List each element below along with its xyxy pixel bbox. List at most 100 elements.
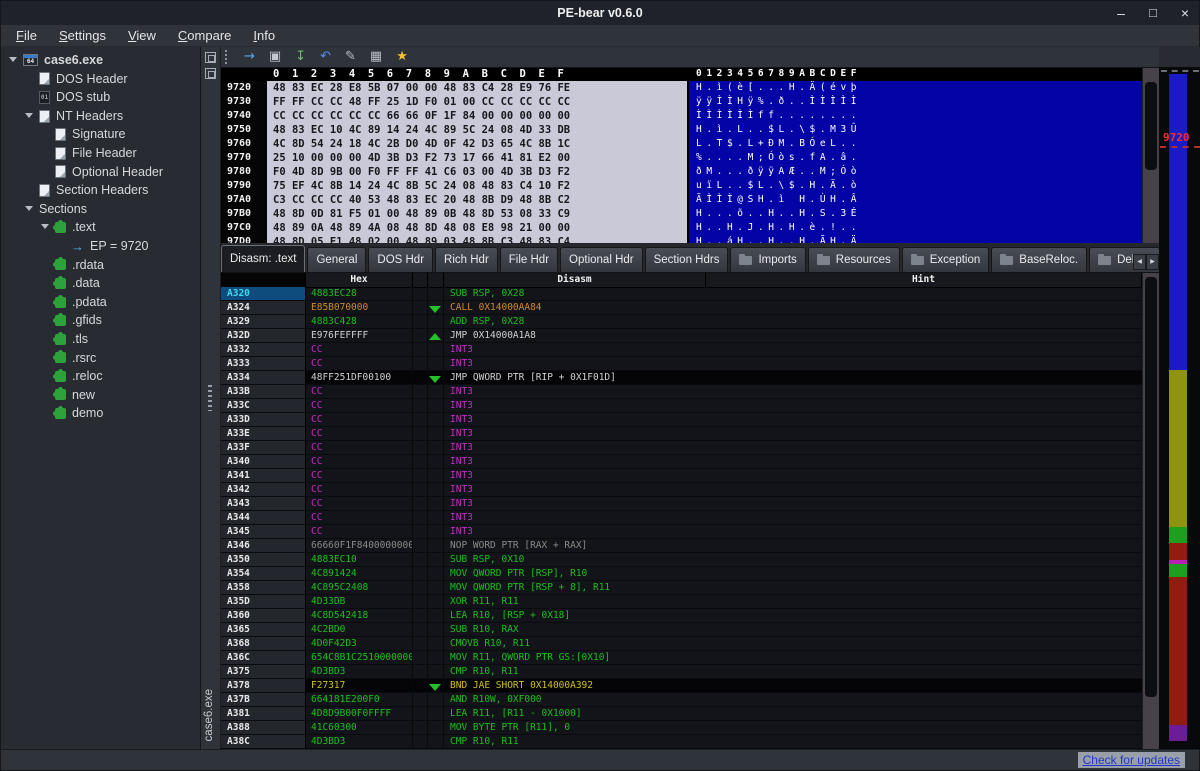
hex-byte-row[interactable]: 48 8D 0D 81 F5 01 00 48 89 0B 48 8D 53 0… [267, 207, 687, 221]
disasm-row[interactable]: A375 4D3BD3 CMP R10, R11 [221, 665, 1142, 679]
minimize-button[interactable]: – [1117, 6, 1125, 20]
check-updates-link[interactable]: Check for updates [1078, 752, 1185, 768]
tree-item[interactable]: new [1, 386, 200, 405]
undo-icon[interactable]: ↶ [320, 49, 331, 65]
disasm-hex[interactable]: CC [306, 399, 413, 412]
disasm-instruction[interactable]: XOR R11, R11 [444, 595, 706, 608]
disasm-row[interactable]: A33B CC INT3 [221, 385, 1142, 399]
ascii-row[interactable]: ÌÌÌÌÌÌff........ [689, 109, 1142, 123]
menu-item[interactable]: Info [242, 26, 286, 45]
disasm-hex[interactable]: 41C60300 [306, 721, 413, 734]
disasm-row[interactable]: A324 E85B070000 CALL 0X14000AA84 [221, 301, 1142, 315]
copy-icon[interactable]: ▦ [370, 49, 382, 65]
tree-item[interactable]: .rdata [1, 256, 200, 275]
disasm-hex[interactable]: 4C8D542418 [306, 609, 413, 622]
ascii-row[interactable]: ÿÿÌÌHÿ%.ð..ÌÌÌÌÌ [689, 95, 1142, 109]
disasm-instruction[interactable]: LEA R11, [R11 - 0X1000] [444, 707, 706, 720]
disasm-row[interactable]: A345 CC INT3 [221, 525, 1142, 539]
disasm-instruction[interactable]: SUB RSP, 0X10 [444, 553, 706, 566]
disasm-address[interactable]: A346 [221, 539, 306, 552]
ascii-row[interactable]: ðM...ðÿÿAÆ..M;Óò [689, 165, 1142, 179]
tree-item[interactable]: demo [1, 404, 200, 423]
tree-item[interactable]: EP = 9720 [1, 237, 200, 256]
disasm-instruction[interactable]: INT3 [444, 399, 706, 412]
minimap-bar[interactable] [1169, 74, 1187, 741]
disasm-address[interactable]: A360 [221, 609, 306, 622]
disasm-row[interactable]: A360 4C8D542418 LEA R10, [RSP + 0X18] [221, 609, 1142, 623]
disasm-hex[interactable]: E976FEFFFF [306, 329, 413, 342]
disasm-row[interactable]: A329 4883C428 ADD RSP, 0X28 [221, 315, 1142, 329]
disasm-address[interactable]: A365 [221, 623, 306, 636]
disasm-instruction[interactable]: INT3 [444, 455, 706, 468]
tree-item[interactable]: DOS Header [1, 70, 200, 89]
disasm-hex[interactable]: 4C2BD0 [306, 623, 413, 636]
ascii-row[interactable]: H.ì.L..$L.\$.M3Û [689, 123, 1142, 137]
disasm-row[interactable]: A350 4883EC10 SUB RSP, 0X10 [221, 553, 1142, 567]
disasm-address[interactable]: A340 [221, 455, 306, 468]
minimap-segment[interactable] [1169, 577, 1187, 725]
disasm-row[interactable]: A33E CC INT3 [221, 427, 1142, 441]
disasm-address[interactable]: A33C [221, 399, 306, 412]
disasm-address[interactable]: A33D [221, 413, 306, 426]
ascii-row[interactable]: H.ì(è[...H.Ä(évþ [689, 81, 1142, 95]
tree-item[interactable]: File Header [1, 144, 200, 163]
scrollbar-thumb[interactable] [1145, 277, 1157, 697]
tree-item[interactable]: Section Headers [1, 181, 200, 200]
disasm-instruction[interactable]: INT3 [444, 427, 706, 440]
ascii-row[interactable]: %....M;Óòs.fA.â. [689, 151, 1142, 165]
disasm-row[interactable]: A37B 664181E200F0 AND R10W, 0XF000 [221, 693, 1142, 707]
disasm-hex[interactable]: CC [306, 441, 413, 454]
tree-item[interactable]: .rsrc [1, 349, 200, 368]
expander-icon[interactable] [25, 107, 39, 126]
disasm-address[interactable]: A388 [221, 721, 306, 734]
disasm-address[interactable]: A35D [221, 595, 306, 608]
tab[interactable]: Exception [902, 247, 990, 272]
disasm-instruction[interactable]: AND R10W, 0XF000 [444, 693, 706, 706]
disasm-row[interactable]: A388 41C60300 MOV BYTE PTR [R11], 0 [221, 721, 1142, 735]
disasm-address[interactable]: A32D [221, 329, 306, 342]
disasm-address[interactable]: A329 [221, 315, 306, 328]
splitter-handle[interactable] [208, 385, 212, 411]
disasm-instruction[interactable]: SUB R10, RAX [444, 623, 706, 636]
tree-item[interactable]: Optional Header [1, 163, 200, 182]
disasm-instruction[interactable]: ADD RSP, 0X28 [444, 315, 706, 328]
disasm-instruction[interactable]: INT3 [444, 525, 706, 538]
disasm-instruction[interactable]: BND JAE SHORT 0X14000A392 [444, 679, 706, 692]
disasm-vertical-scrollbar[interactable] [1142, 273, 1159, 749]
disasm-address[interactable]: A342 [221, 483, 306, 496]
disasm-address[interactable]: A354 [221, 567, 306, 580]
disasm-address[interactable]: A38C [221, 735, 306, 748]
disasm-hex[interactable]: 4D33DB [306, 595, 413, 608]
disasm-row[interactable]: A334 48FF251DF00100 JMP QWORD PTR [RIP +… [221, 371, 1142, 385]
minimap-segment[interactable] [1169, 74, 1187, 370]
disasm-row[interactable]: A33C CC INT3 [221, 399, 1142, 413]
menu-item[interactable]: File [5, 26, 48, 45]
scrollbar-thumb[interactable] [1145, 82, 1157, 170]
ascii-panel[interactable]: 0123456789ABCDEF H.ì(è[...H.Ä(évþ ÿÿÌÌHÿ… [687, 68, 1142, 243]
hex-byte-row[interactable]: 25 10 00 00 00 4D 3B D3 F2 73 17 66 41 8… [267, 151, 687, 165]
hex-vertical-scrollbar[interactable] [1142, 68, 1159, 243]
hex-byte-row[interactable]: 48 83 EC 28 E8 5B 07 00 00 48 83 C4 28 E… [267, 81, 687, 95]
hex-byte-row[interactable]: 48 89 0A 48 89 4A 08 48 8D 48 08 E8 98 2… [267, 221, 687, 235]
disasm-row[interactable]: A342 CC INT3 [221, 483, 1142, 497]
disasm-instruction[interactable]: NOP WORD PTR [RAX + RAX] [444, 539, 706, 552]
tree-item[interactable]: .data [1, 274, 200, 293]
disasm-address[interactable]: A33B [221, 385, 306, 398]
disasm-row[interactable]: A381 4D8D9B00F0FFFF LEA R11, [R11 - 0X10… [221, 707, 1142, 721]
tree-item[interactable]: NT Headers [1, 107, 200, 126]
disasm-row[interactable]: A365 4C2BD0 SUB R10, RAX [221, 623, 1142, 637]
disasm-hex[interactable]: CC [306, 455, 413, 468]
disasm-instruction[interactable]: INT3 [444, 385, 706, 398]
disasm-hex[interactable]: 4D0F42D3 [306, 637, 413, 650]
ascii-row[interactable]: L.T$.L+ÐM.BÓeL.. [689, 137, 1142, 151]
hex-byte-row[interactable]: 4C 8D 54 24 18 4C 2B D0 4D 0F 42 D3 65 4… [267, 137, 687, 151]
disasm-instruction[interactable]: SUB RSP, 0X28 [444, 287, 706, 300]
disasm-hex[interactable]: 4C891424 [306, 567, 413, 580]
disasm-row[interactable]: A368 4D0F42D3 CMOVB R10, R11 [221, 637, 1142, 651]
disasm-row[interactable]: A320 4883EC28 SUB RSP, 0X28 [221, 287, 1142, 301]
pin-icon[interactable]: ✎ [345, 49, 356, 65]
disasm-row[interactable]: A341 CC INT3 [221, 469, 1142, 483]
maximize-button[interactable]: □ [1149, 6, 1157, 20]
disasm-row[interactable]: A346 66660F1F840000000000 NOP WORD PTR [… [221, 539, 1142, 553]
tree-item[interactable]: .reloc [1, 367, 200, 386]
